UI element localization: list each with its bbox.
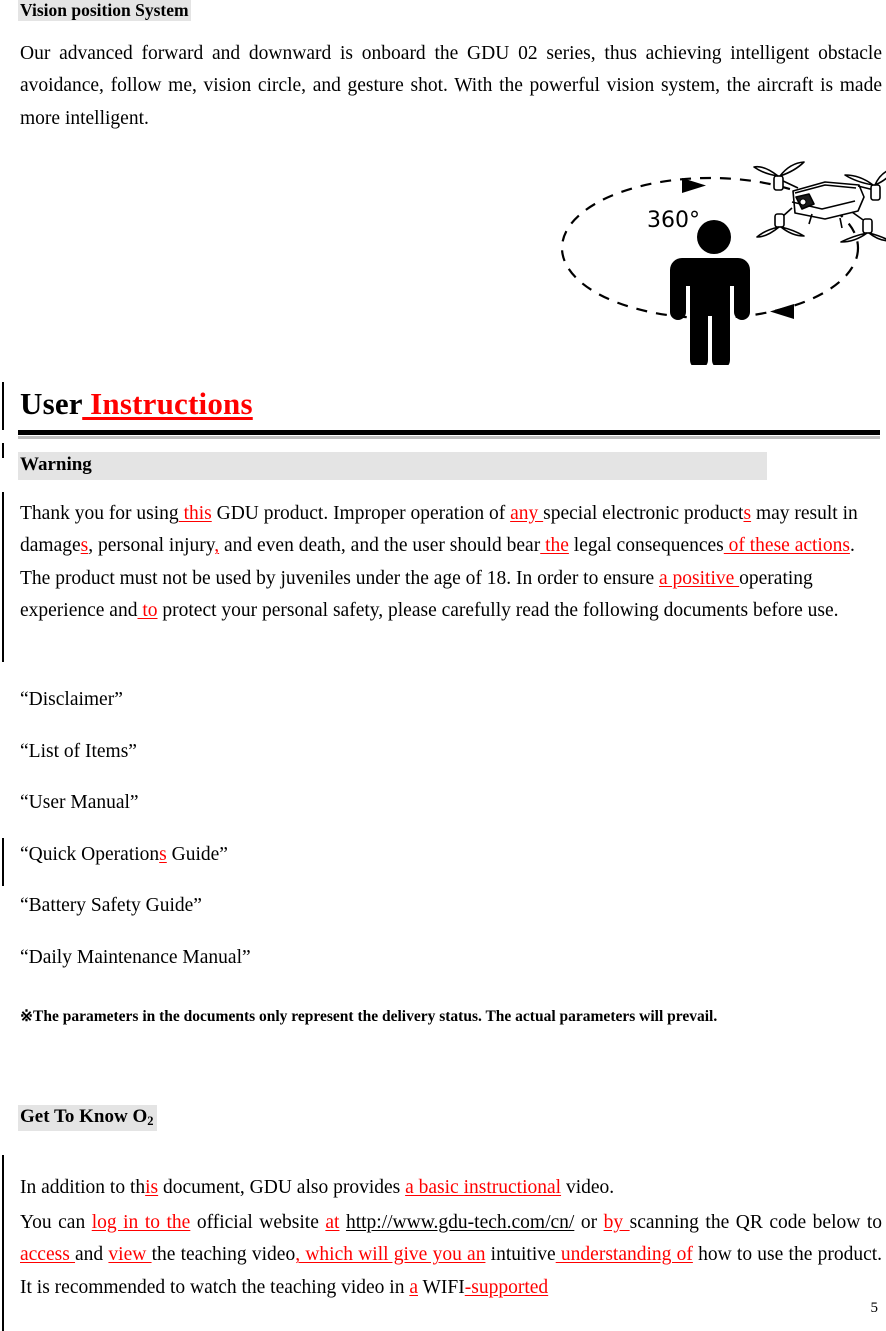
page-number: 5 — [870, 1300, 879, 1316]
title-inserted-word: Instructions — [82, 386, 253, 421]
doc-title-5-prefix: “Daily Maintenance Manual” — [20, 946, 251, 968]
doc-title-0-prefix: “Disclaimer” — [20, 689, 123, 710]
list-item: “Battery Safety Guide” — [20, 896, 620, 916]
vision-position-system-heading: Vision position System — [18, 0, 191, 22]
list-item: “List of Items” — [20, 740, 620, 762]
title-static-word: User — [20, 386, 83, 421]
list-item: “Quick Operations Guide” — [20, 843, 620, 865]
orbit-angle-label: 360° — [647, 208, 700, 233]
vision-intro-paragraph: Our advanced forward and downward is onb… — [20, 43, 882, 129]
list-item: “Daily Maintenance Manual” — [20, 946, 620, 968]
list-item: “User Manual” — [20, 793, 620, 813]
web-ins2: at — [325, 1212, 340, 1233]
web-seg8: intuitive — [485, 1244, 556, 1266]
get-to-know-heading-subscript: 2 — [147, 1113, 154, 1128]
web-seg4: or — [574, 1212, 604, 1233]
drone-icon — [753, 161, 886, 243]
rule-dark-bar — [18, 430, 880, 435]
ty-ins1: this — [178, 503, 212, 524]
web-seg10: WIFI — [418, 1276, 465, 1298]
web-seg7: the teaching video — [151, 1244, 296, 1266]
add-ins2: a basic instructional — [405, 1177, 562, 1198]
orbit-diagram: 360° — [540, 140, 886, 365]
ty-ins9: to — [137, 600, 158, 622]
doc-title-1-prefix: “List of Items” — [20, 740, 137, 762]
change-bar-title — [2, 382, 4, 430]
doc-title-4-prefix: “Battery Safety Guide” — [20, 895, 202, 916]
web-ins3: by — [603, 1212, 630, 1233]
parameters-note: ※The parameters in the documents only re… — [20, 1008, 718, 1025]
warning-heading: Warning — [18, 452, 767, 480]
person-silhouette-icon — [670, 220, 750, 365]
get-to-know-heading: Get To Know O2 — [18, 1105, 157, 1131]
ty-seg1: Thank you for using — [20, 503, 179, 524]
doc-title-3-suffix: Guide” — [166, 843, 228, 865]
add-seg2: document, GDU also provides — [158, 1177, 406, 1198]
get-to-know-heading-main: Get To Know O — [20, 1106, 148, 1127]
add-seg3: video. — [561, 1177, 615, 1198]
add-seg1: In addition to th — [20, 1177, 146, 1198]
web-seg6: and — [75, 1244, 109, 1266]
document-page: Vision position System Our advanced forw… — [0, 0, 886, 1331]
web-ins8: a — [409, 1276, 418, 1298]
web-ins5: view — [108, 1244, 152, 1266]
ty-ins7: of these actions — [723, 535, 850, 557]
web-ins9: -supported — [464, 1276, 549, 1298]
title-divider-rule — [18, 430, 880, 439]
doc-title-3-ins: s — [159, 843, 167, 865]
change-bar-warning — [2, 443, 4, 458]
ty-seg5: , personal injury — [88, 535, 215, 557]
user-instructions-title: User Instructions — [20, 386, 253, 422]
ty-seg6: and even death, and the user should bear — [219, 535, 541, 557]
ty-seg10: protect your personal safety, please car… — [157, 600, 839, 622]
rule-light-bar — [18, 436, 880, 439]
list-item: “Disclaimer” — [20, 690, 620, 710]
ty-ins3: s — [743, 503, 752, 524]
doc-title-3-prefix: “Quick Operation — [20, 843, 160, 865]
web-seg2: official website — [190, 1212, 326, 1233]
ty-seg2: GDU product. Improper operation of — [211, 503, 511, 524]
web-seg5: scanning the QR code below to — [629, 1212, 883, 1233]
change-bar-getoknow — [2, 1155, 4, 1331]
ty-seg3: special electronic product — [543, 503, 744, 524]
ty-ins8: a positive — [659, 567, 740, 589]
warning-body-paragraph: Thank you for using this GDU product. Im… — [20, 498, 882, 627]
referenced-documents-list: “Disclaimer” “List of Items” “User Manua… — [20, 690, 620, 999]
video-intro-paragraph: In addition to this document, GDU also p… — [20, 1172, 882, 1204]
web-ins6: , which will give you an — [295, 1244, 486, 1266]
arrow-top-icon — [682, 178, 706, 193]
add-ins1: is — [145, 1177, 159, 1198]
web-ins1: log in to the — [91, 1212, 191, 1233]
ty-seg7: legal consequences — [568, 535, 724, 557]
ty-ins2: any — [510, 503, 544, 524]
doc-title-2-prefix: “User Manual” — [20, 792, 139, 813]
web-seg1: You can — [20, 1212, 92, 1233]
gdu-website-link[interactable]: http://www.gdu-tech.com/cn/ — [346, 1212, 574, 1233]
change-bar-quicklist — [2, 838, 4, 886]
change-bar-body — [2, 492, 4, 662]
ty-ins6: the — [540, 535, 569, 557]
web-ins4: access — [20, 1244, 76, 1266]
arrow-bottom-icon — [770, 304, 794, 319]
website-paragraph: You can log in to the official website a… — [20, 1207, 882, 1304]
web-ins7: understanding of — [555, 1244, 693, 1266]
